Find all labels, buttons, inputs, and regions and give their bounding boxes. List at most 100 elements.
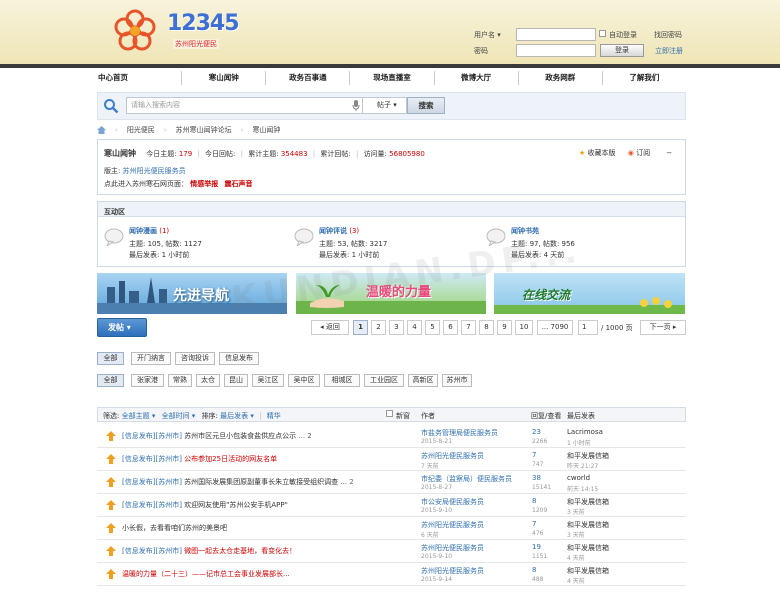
nav-item-weibo[interactable]: 微博大厅 <box>435 71 519 85</box>
type-tab-all[interactable]: 全部 <box>97 352 124 365</box>
filter-time[interactable]: 全部时间 ▾ <box>162 412 196 420</box>
thread-title-line[interactable]: 小长假，去看看咱们苏州的美景吧 <box>122 523 227 533</box>
search-type-select[interactable]: 帖子 ▾ <box>363 97 407 114</box>
district-tab[interactable]: 昆山 <box>224 374 248 387</box>
page-jump-input[interactable]: 1 <box>578 320 598 335</box>
username-input[interactable] <box>516 28 596 41</box>
thread-district[interactable]: [苏州市] <box>155 432 181 440</box>
nav-item-live[interactable]: 现场直播室 <box>350 71 435 85</box>
thread-title-line[interactable]: [信息发布][苏州市] 微图一起去太仓走基地，看变化去！ <box>122 546 296 556</box>
nav-item-home[interactable]: 中心首页 <box>98 71 183 85</box>
post-button[interactable]: 发帖 ▾ <box>97 318 147 337</box>
district-tab[interactable]: 工业园区 <box>364 374 404 387</box>
search-input[interactable]: 请输入搜索内容 <box>126 97 363 114</box>
page-5[interactable]: 5 <box>425 320 440 335</box>
district-tab[interactable]: 吴中区 <box>288 374 320 387</box>
board-name[interactable]: 闻钟评说 <box>319 227 347 235</box>
thread-pages[interactable]: ... 2 <box>298 432 311 440</box>
last-post-user[interactable]: 和平发展信箱 <box>567 497 609 507</box>
banner-warmth[interactable]: 温暖的力量 <box>296 273 486 314</box>
type-tab[interactable]: 咨询投诉 <box>175 352 215 365</box>
breadcrumb-item[interactable]: 阳光便民 <box>127 125 155 135</box>
thread-title[interactable]: 苏州市区元旦小包装食盐供应点公示 <box>184 432 296 440</box>
thread-district[interactable]: [苏州市] <box>155 455 181 463</box>
banner-online[interactable]: 在线交流 <box>494 273 685 314</box>
report-link[interactable]: 情感举报 <box>190 180 218 188</box>
thread-author[interactable]: 苏州阳光便民服务员 <box>421 543 484 553</box>
thread-author[interactable]: 市盐务管理局便民服务员 <box>421 428 498 438</box>
moderator-link[interactable]: 苏州阳光便民服务员 <box>123 167 186 175</box>
breadcrumb-item[interactable]: 寒山闻钟 <box>252 125 280 135</box>
microphone-icon[interactable] <box>352 100 360 111</box>
thread-author[interactable]: 市公安局便民服务员 <box>421 497 484 507</box>
thread-tag[interactable]: [信息发布] <box>122 432 155 440</box>
district-tab[interactable]: 常熟 <box>168 374 192 387</box>
thread-tag[interactable]: [信息发布] <box>122 501 155 509</box>
nav-item-govnet[interactable]: 政务网群 <box>519 71 603 85</box>
last-post-user[interactable]: 和平发展信箱 <box>567 520 609 530</box>
favorite-button[interactable]: 收藏本版 <box>588 149 616 157</box>
thread-tag[interactable]: [信息发布] <box>122 547 155 555</box>
thread-title[interactable]: 微图一起去太仓走基地，看变化去！ <box>184 547 296 555</box>
home-icon[interactable] <box>97 126 106 134</box>
table-row[interactable]: [信息发布][苏州市] 欢迎网友使用"苏州公安手机APP" 市公安局便民服务员 2… <box>97 495 686 517</box>
page-1[interactable]: 1 <box>353 320 368 335</box>
site-logo[interactable]: 12345 苏州阳光便民 <box>113 9 240 55</box>
register-link[interactable]: 立即注册 <box>655 46 683 56</box>
district-tab[interactable]: 高新区 <box>408 374 438 387</box>
login-button[interactable]: 登录 <box>600 44 644 57</box>
banner-navigation[interactable]: 先进导航 <box>97 273 287 314</box>
district-tab[interactable]: 苏州市 <box>442 374 472 387</box>
nav-item-hanshan[interactable]: 寒山闻钟 <box>182 71 267 85</box>
nav-item-about[interactable]: 了解我们 <box>603 71 686 85</box>
thread-author[interactable]: 苏州阳光便民服务员 <box>421 566 484 576</box>
breadcrumb-item[interactable]: 苏州寒山闻钟论坛 <box>176 125 232 135</box>
thread-author[interactable]: 市纪委（监察局）便民服务员 <box>421 474 512 484</box>
filter-sort[interactable]: 最后发表 ▾ <box>220 412 254 420</box>
thread-tag[interactable]: [信息发布] <box>122 455 155 463</box>
page-last[interactable]: ... 7090 <box>537 320 573 335</box>
page-4[interactable]: 4 <box>407 320 422 335</box>
last-post-user[interactable]: 和平发展信箱 <box>567 543 609 553</box>
type-tab[interactable]: 开门纳言 <box>131 352 171 365</box>
district-tab[interactable]: 吴江区 <box>252 374 284 387</box>
page-2[interactable]: 2 <box>371 320 386 335</box>
new-window-checkbox[interactable] <box>386 410 393 417</box>
page-8[interactable]: 8 <box>479 320 494 335</box>
last-post-user[interactable]: 和平发展信箱 <box>567 566 609 576</box>
thread-title[interactable]: 小长假，去看看咱们苏州的美景吧 <box>122 524 227 532</box>
page-9[interactable]: 9 <box>497 320 512 335</box>
search-button[interactable]: 搜索 <box>407 97 445 114</box>
board-name[interactable]: 闻钟漫画 <box>129 227 157 235</box>
thread-title-line[interactable]: [信息发布][苏州市] 苏州市区元旦小包装食盐供应点公示 ... 2 <box>122 431 312 441</box>
filter-digest[interactable]: 精华 <box>267 412 281 420</box>
page-3[interactable]: 3 <box>389 320 404 335</box>
thread-title-line[interactable]: [信息发布][苏州市] 欢迎网友使用"苏州公安手机APP" <box>122 500 288 510</box>
last-post-user[interactable]: 和平发展信箱 <box>567 451 609 461</box>
forgot-password-link[interactable]: 找回密码 <box>654 30 682 40</box>
nav-item-govinfo[interactable]: 政务百事通 <box>266 71 351 85</box>
table-row[interactable]: [信息发布][苏州市] 苏州市区元旦小包装食盐供应点公示 ... 2 市盐务管理局… <box>97 426 686 448</box>
thread-author[interactable]: 苏州阳光便民服务员 <box>421 520 484 530</box>
type-tab[interactable]: 信息发布 <box>219 352 259 365</box>
thread-district[interactable]: [苏州市] <box>155 547 181 555</box>
board-name[interactable]: 闻钟书苑 <box>511 227 539 235</box>
table-row[interactable]: [信息发布][苏州市] 微图一起去太仓走基地，看变化去！ 苏州阳光便民服务员 20… <box>97 541 686 563</box>
thread-title-line[interactable]: 温暖的力量（二十三）——记市总工会事业发展部长... <box>122 569 290 579</box>
table-row[interactable]: [信息发布][苏州市] 公布参加25日活动的网友名单 苏州阳光便民服务员 7 天前… <box>97 449 686 471</box>
next-page-button[interactable]: 下一页 ▸ <box>640 320 686 335</box>
table-row[interactable]: [信息发布][苏州市] 苏州国际发展集团原副董事长朱立敏接受组织调查 ... 2… <box>97 472 686 494</box>
thread-author[interactable]: 苏州阳光便民服务员 <box>421 451 484 461</box>
thread-title[interactable]: 欢迎网友使用"苏州公安手机APP" <box>184 501 288 509</box>
thread-title[interactable]: 苏州国际发展集团原副董事长朱立敏接受组织调查 <box>184 478 338 486</box>
auto-login-checkbox[interactable] <box>599 30 606 37</box>
table-row[interactable]: 温暖的力量（二十三）——记市总工会事业发展部长... 苏州阳光便民服务员 2015… <box>97 564 686 586</box>
district-tab-all[interactable]: 全部 <box>97 374 124 387</box>
district-tab[interactable]: 相城区 <box>324 374 360 387</box>
thread-title-line[interactable]: [信息发布][苏州市] 公布参加25日活动的网友名单 <box>122 454 277 464</box>
voice-link[interactable]: 震石声音 <box>224 180 252 188</box>
back-button[interactable]: ◂ 返回 <box>311 320 349 335</box>
filter-topics[interactable]: 全部主题 ▾ <box>122 412 156 420</box>
page-6[interactable]: 6 <box>443 320 458 335</box>
page-7[interactable]: 7 <box>461 320 476 335</box>
